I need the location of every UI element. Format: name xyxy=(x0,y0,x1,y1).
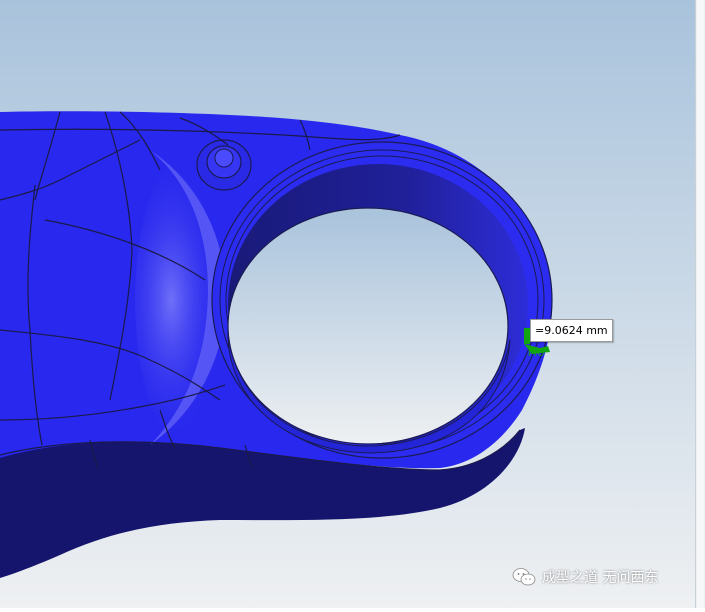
measurement-value-tag[interactable]: =9.0624 mm xyxy=(530,319,613,342)
wechat-icon xyxy=(512,568,536,586)
marker-label: PTO xyxy=(528,349,544,358)
small-boss-hole xyxy=(214,148,234,168)
watermark-text: 成型之道 无问西东 xyxy=(542,570,659,586)
cad-model-view[interactable]: PTO xyxy=(0,0,705,608)
bore-through-hole xyxy=(228,208,508,444)
measurement-value: =9.0624 mm xyxy=(535,324,608,337)
cad-viewport[interactable]: PTO =9.0624 mm 成型之道 无问西东 xyxy=(0,0,705,608)
watermark: 成型之道 无问西东 xyxy=(512,566,658,588)
scrollbar-thumb[interactable] xyxy=(697,0,704,608)
vertical-scrollbar[interactable] xyxy=(695,0,705,608)
